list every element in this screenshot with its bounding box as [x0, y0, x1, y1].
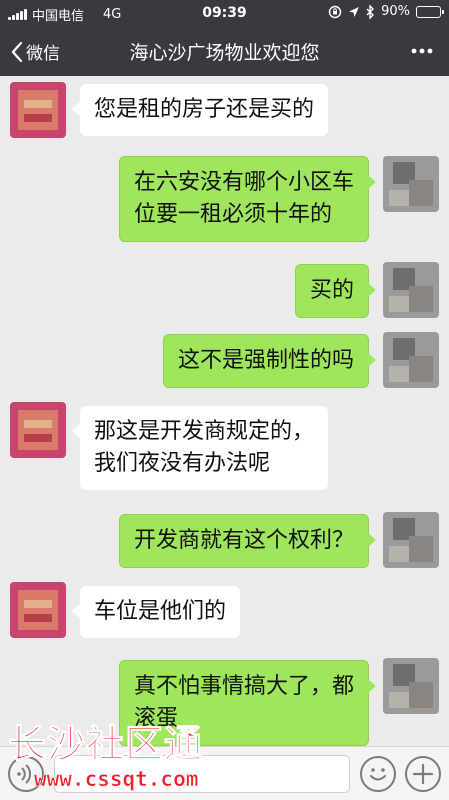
voice-icon[interactable]: [8, 756, 44, 792]
message-text: 滚蛋: [133, 706, 178, 731]
battery-percent: 90%: [381, 4, 410, 19]
more-dots-icon[interactable]: [409, 40, 435, 62]
message-text: 真不怕事情搞大了，都: [133, 674, 354, 699]
my-avatar[interactable]: [383, 658, 439, 714]
input-bar: [0, 746, 449, 800]
contact-avatar[interactable]: [10, 402, 66, 458]
message-bubble[interactable]: 买的: [294, 264, 377, 318]
message-text: 买的: [309, 278, 354, 303]
message-bubble[interactable]: 在六安没有哪个小区车 位要一租必须十年的: [118, 156, 377, 242]
my-avatar[interactable]: [383, 512, 439, 568]
message-text: 车位是他们的: [94, 599, 227, 624]
message-text: 在六安没有哪个小区车: [133, 170, 354, 195]
nav-bar: 微信 海心沙广场物业欢迎您: [0, 26, 449, 76]
bluetooth-icon: [366, 4, 375, 19]
status-bar: 中国电信 4G 09:39 90%: [0, 0, 449, 26]
battery-icon: [416, 5, 444, 18]
my-avatar[interactable]: [383, 262, 439, 318]
message-bubble[interactable]: 这不是强制性的吗: [162, 334, 377, 388]
message-bubble[interactable]: 真不怕事情搞大了，都 滚蛋: [118, 660, 377, 746]
message-text: 这不是强制性的吗: [177, 348, 354, 373]
chat-area[interactable]: 您是租的房子还是买的 在六安没有哪个小区车 位要一租必须十年的 买的 这不是强制…: [0, 76, 449, 746]
message-text: 位要一租必须十年的: [133, 202, 332, 227]
emoji-icon[interactable]: [360, 756, 396, 792]
message-bubble[interactable]: 车位是他们的: [71, 586, 241, 638]
message-text: 那这是开发商规定的，: [94, 419, 315, 444]
status-right: 90%: [328, 4, 444, 19]
contact-avatar[interactable]: [10, 82, 66, 138]
message-input[interactable]: [54, 755, 350, 793]
message-text: 您是租的房子还是买的: [94, 97, 315, 122]
rotation-lock-icon: [328, 5, 342, 18]
contact-avatar[interactable]: [10, 582, 66, 638]
message-bubble[interactable]: 您是租的房子还是买的: [71, 84, 329, 136]
my-avatar[interactable]: [383, 156, 439, 212]
location-icon: [349, 6, 360, 17]
chat-title: 海心沙广场物业欢迎您: [129, 42, 320, 64]
message-text: 开发商就有这个权利？: [133, 528, 354, 553]
message-text: 我们夜没有办法呢: [94, 451, 271, 476]
my-avatar[interactable]: [383, 332, 439, 388]
plus-icon[interactable]: [405, 756, 441, 792]
message-bubble[interactable]: 开发商就有这个权利？: [118, 514, 377, 568]
message-bubble[interactable]: 那这是开发商规定的， 我们夜没有办法呢: [71, 406, 329, 490]
